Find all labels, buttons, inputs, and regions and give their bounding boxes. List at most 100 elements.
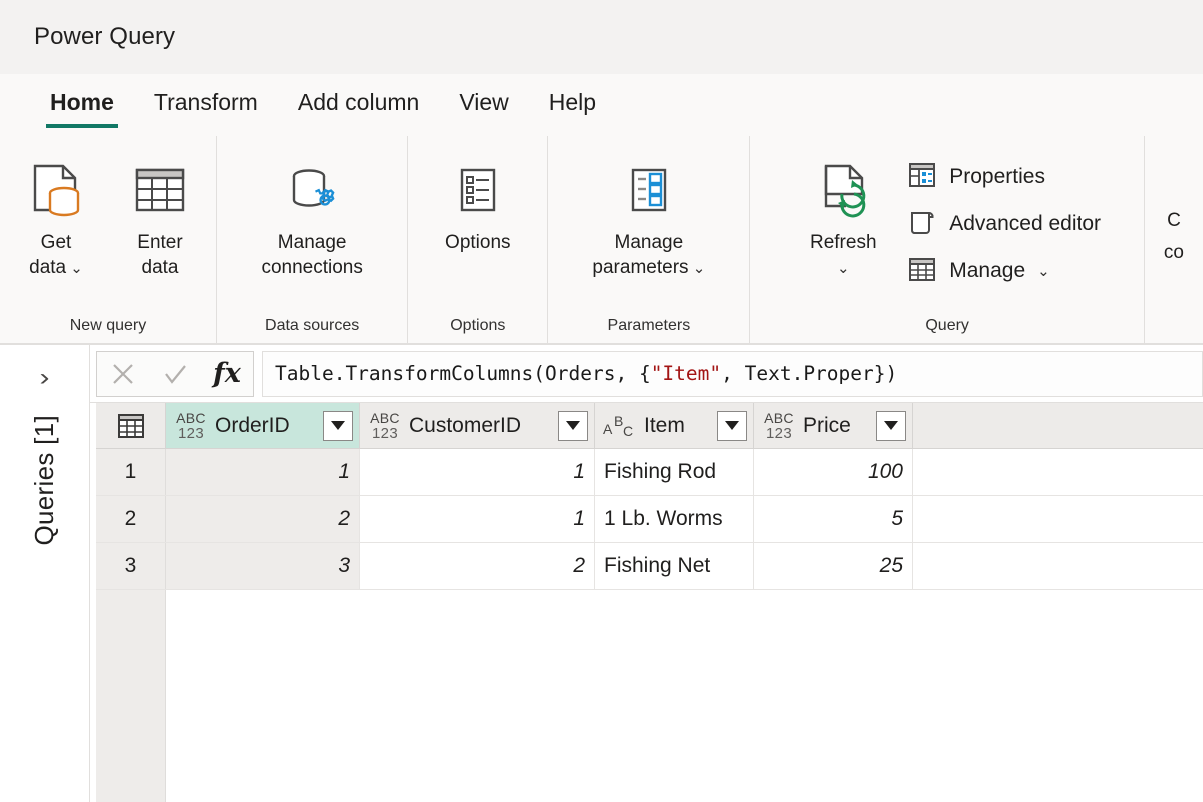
ribbon-group-label-parameters: Parameters (608, 317, 691, 343)
cell-price[interactable]: 5 (754, 496, 913, 542)
enter-data-label-line2: data (142, 257, 179, 278)
cell-customerid[interactable]: 2 (360, 543, 595, 589)
row-number: 1 (96, 449, 166, 495)
properties-icon (907, 160, 937, 195)
chevron-down-icon (566, 421, 580, 430)
chevron-down-icon[interactable]: ⌄ (837, 260, 850, 277)
cell-price[interactable]: 25 (754, 543, 913, 589)
tab-add-column[interactable]: Add column (278, 84, 439, 128)
ribbon-group-options: Options Options (407, 136, 547, 343)
refresh-icon (812, 154, 874, 228)
table-row[interactable]: 2 2 1 1 Lb. Worms 5 (96, 496, 1203, 543)
title-bar: Power Query (0, 0, 1203, 74)
grid-empty-area (96, 590, 1203, 802)
type-icon-any: ABC 123 (762, 411, 796, 441)
advanced-editor-label: Advanced editor (949, 212, 1101, 236)
enter-data-button[interactable]: Enter data (110, 148, 210, 280)
cell-item[interactable]: 1 Lb. Worms (595, 496, 754, 542)
manage-button[interactable]: Manage ⌄ (907, 252, 1101, 290)
column-header-orderid[interactable]: ABC 123 OrderID (166, 403, 360, 448)
options-button[interactable]: Options (402, 148, 554, 255)
cell-orderid[interactable]: 1 (166, 449, 360, 495)
ribbon-group-data-sources: Manage connections Data sources (216, 136, 407, 343)
manage-parameters-button[interactable]: Manage parameters ⌄ (573, 148, 725, 281)
properties-label: Properties (949, 165, 1045, 189)
column-name-orderid: OrderID (215, 414, 316, 438)
refresh-label: Refresh (810, 232, 877, 253)
manage-icon (907, 254, 937, 289)
ribbon-group-query: Refresh ⌄ (749, 136, 1143, 343)
cell-item[interactable]: Fishing Rod (595, 449, 754, 495)
get-data-button[interactable]: Get data ⌄ (6, 148, 106, 281)
ribbon-group-new-query: Get data ⌄ Enter dat (0, 136, 216, 343)
column-header-customerid[interactable]: ABC 123 CustomerID (360, 403, 595, 448)
column-filter-button-orderid[interactable] (323, 411, 353, 441)
ribbon-group-parameters: Manage parameters ⌄ Parameters (547, 136, 749, 343)
data-preview-grid: ABC 123 OrderID ABC 123 CustomerID (90, 403, 1203, 802)
options-label: Options (445, 232, 510, 253)
tab-home[interactable]: Home (30, 84, 134, 128)
clipped-label-bottom: co (1164, 242, 1184, 264)
cell-customerid[interactable]: 1 (360, 449, 595, 495)
options-icon (447, 154, 509, 228)
chevron-down-icon (331, 421, 345, 430)
refresh-button[interactable]: Refresh ⌄ (793, 148, 893, 281)
formula-text-before: Table.TransformColumns(Orders, { (275, 362, 651, 385)
get-data-label-line2: data (29, 257, 66, 278)
ribbon: Get data ⌄ Enter dat (0, 136, 1203, 345)
cell-orderid[interactable]: 3 (166, 543, 360, 589)
column-name-customerid: CustomerID (409, 414, 551, 438)
ribbon-group-clipped: C co (1144, 136, 1203, 343)
manage-connections-label-line1: Manage (278, 232, 347, 253)
column-filter-button-price[interactable] (876, 411, 906, 441)
chevron-down-icon[interactable]: ⌄ (1037, 262, 1050, 280)
column-name-price: Price (803, 414, 869, 438)
select-all-columns-button[interactable] (96, 403, 166, 448)
column-header-item[interactable]: A B C Item (595, 403, 754, 448)
column-filter-button-item[interactable] (717, 411, 747, 441)
cancel-formula-button[interactable] (97, 352, 149, 396)
fx-icon[interactable]: fx (201, 352, 253, 396)
manage-parameters-icon (618, 154, 680, 228)
type-icon-text: A B C (603, 411, 637, 441)
type-icon-any: ABC 123 (174, 411, 208, 441)
manage-connections-button[interactable]: Manage connections (236, 148, 388, 280)
formula-bar-controls: fx (96, 351, 254, 397)
queries-pane-label[interactable]: Queries [1] (29, 415, 60, 545)
cell-customerid[interactable]: 1 (360, 496, 595, 542)
query-small-buttons: Properties Advanced editor (907, 148, 1101, 290)
column-header-price[interactable]: ABC 123 Price (754, 403, 913, 448)
queries-sidebar-collapsed: › Queries [1] (0, 345, 90, 802)
accept-formula-button[interactable] (149, 352, 201, 396)
main-body: › Queries [1] fx (0, 345, 1203, 802)
ribbon-group-label-query: Query (925, 317, 969, 343)
chevron-down-icon[interactable]: ⌄ (689, 260, 706, 277)
chevron-down-icon[interactable]: ⌄ (66, 260, 83, 277)
type-icon-any: ABC 123 (368, 411, 402, 441)
editor-pane: fx Table.TransformColumns(Orders, {"Item… (90, 345, 1203, 802)
grid-header-filler (913, 403, 1203, 448)
advanced-editor-button[interactable]: Advanced editor (907, 205, 1101, 243)
tab-view[interactable]: View (439, 84, 528, 128)
tab-help[interactable]: Help (529, 84, 616, 128)
column-name-item: Item (644, 414, 710, 438)
table-row[interactable]: 1 1 1 Fishing Rod 100 (96, 449, 1203, 496)
table-row[interactable]: 3 3 2 Fishing Net 25 (96, 543, 1203, 590)
properties-button[interactable]: Properties (907, 158, 1101, 196)
formula-text-after: , Text.Proper}) (721, 362, 897, 385)
formula-input[interactable]: Table.TransformColumns(Orders, {"Item", … (262, 351, 1203, 397)
cell-item[interactable]: Fishing Net (595, 543, 754, 589)
enter-data-label-line1: Enter (137, 232, 182, 253)
expand-queries-chevron-right-icon[interactable]: › (40, 366, 50, 390)
chevron-down-icon (725, 421, 739, 430)
cell-price[interactable]: 100 (754, 449, 913, 495)
grid-header-row: ABC 123 OrderID ABC 123 CustomerID (96, 403, 1203, 449)
cell-orderid[interactable]: 2 (166, 496, 360, 542)
advanced-editor-icon (907, 207, 937, 242)
get-data-label-line1: Get (41, 232, 72, 253)
ribbon-tab-strip: Home Transform Add column View Help (0, 74, 1203, 136)
column-filter-button-customerid[interactable] (558, 411, 588, 441)
row-number: 3 (96, 543, 166, 589)
row-filler (913, 543, 1203, 589)
tab-transform[interactable]: Transform (134, 84, 278, 128)
